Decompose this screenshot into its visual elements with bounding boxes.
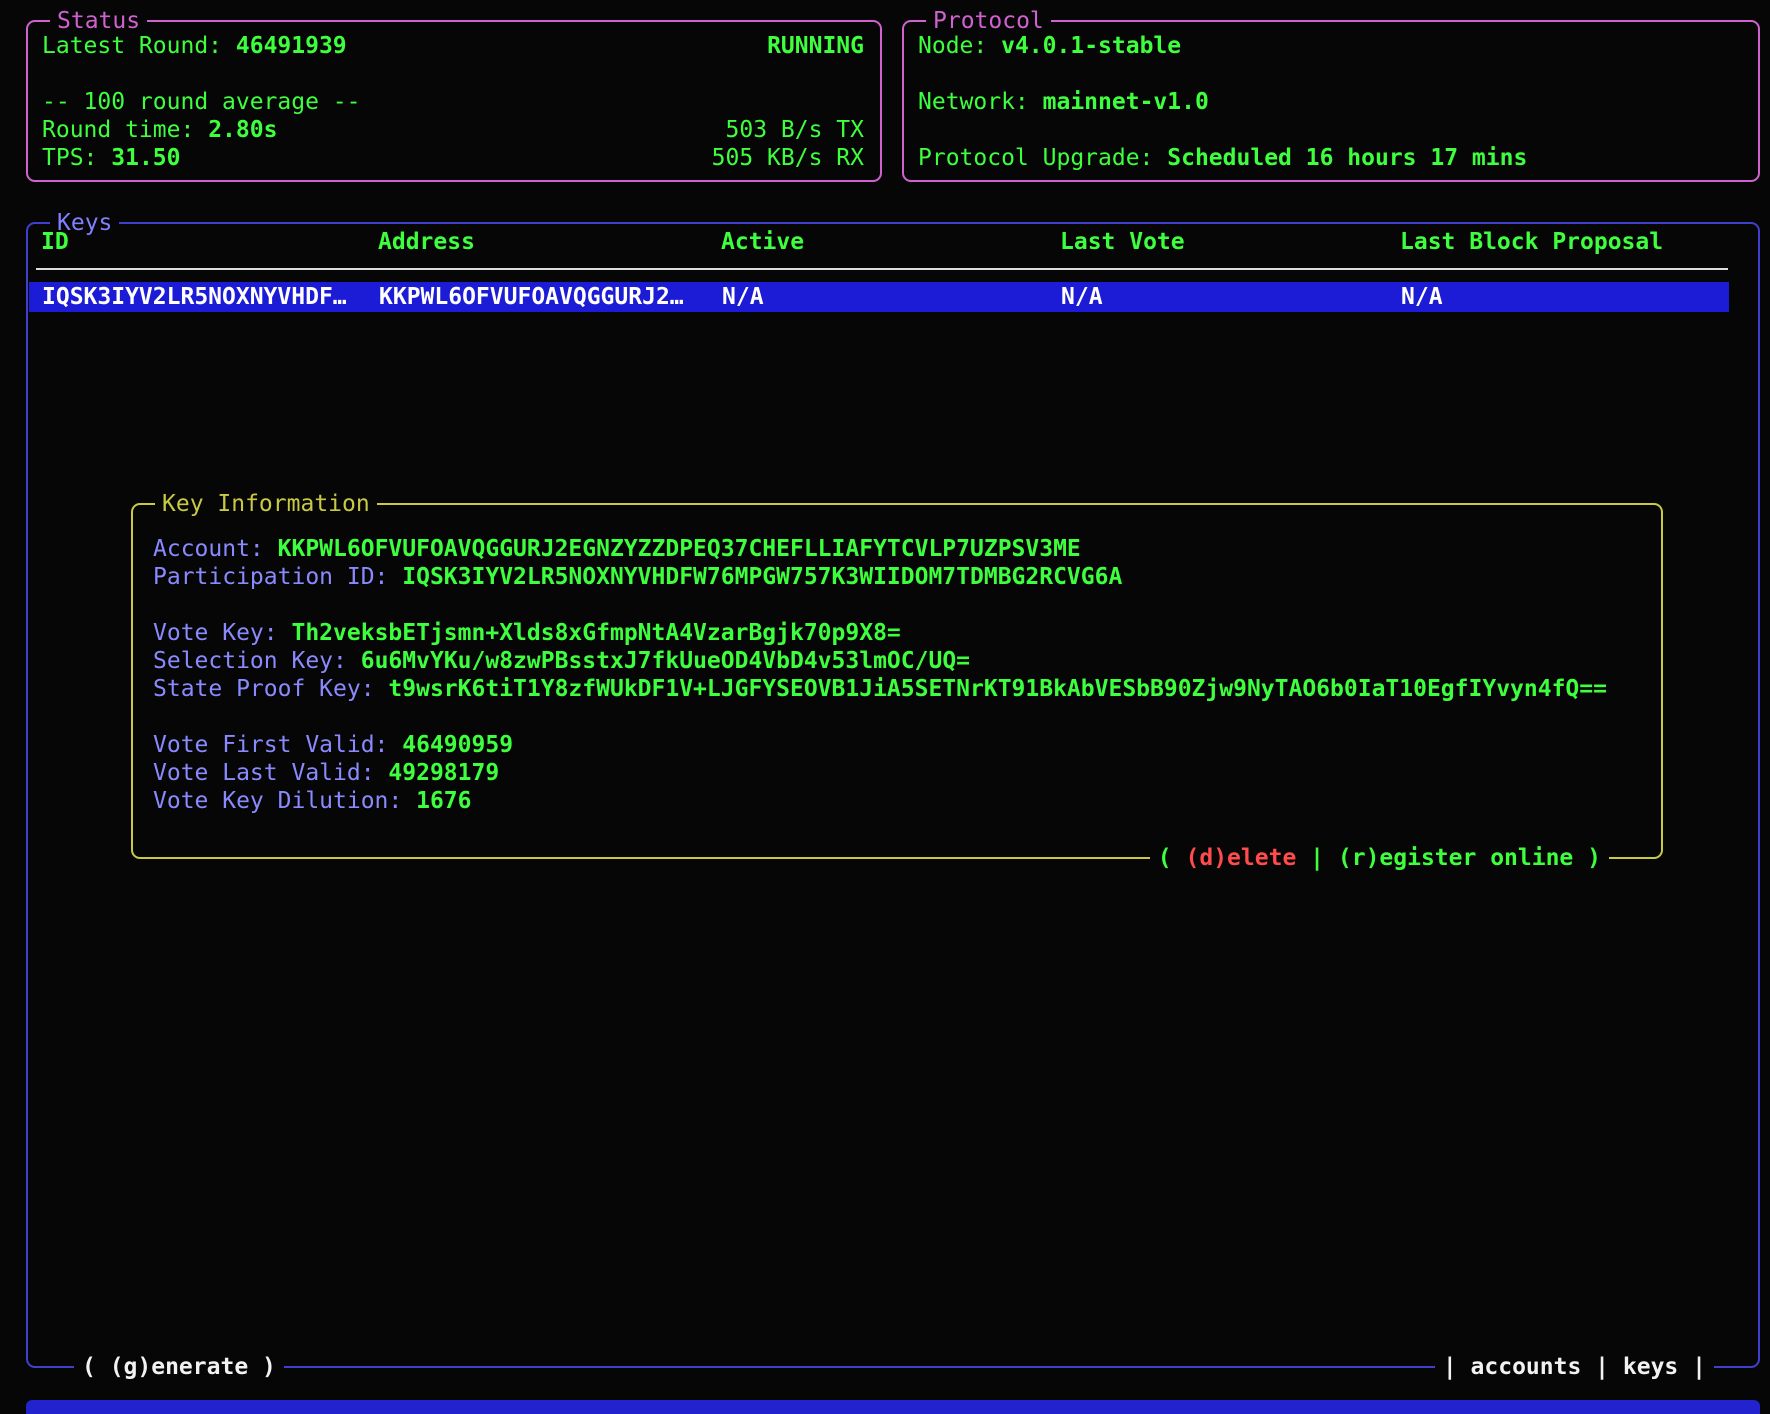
participation-id-label: Participation ID: <box>153 564 388 590</box>
vote-last-valid-label: Vote Last Valid: <box>153 760 375 786</box>
col-header-last-block-proposal: Last Block Proposal <box>1400 228 1663 256</box>
network: Network: mainnet-v1.0 <box>918 89 1209 115</box>
protocol-upgrade: Protocol Upgrade: Scheduled 16 hours 17 … <box>918 145 1527 171</box>
nav-separator: | <box>1595 1354 1609 1380</box>
account-value: KKPWL6OFVUFOAVQGGURJ2EGNZYZZDPEQ37CHEFLL… <box>278 536 1081 562</box>
node-state-badge: RUNNING <box>767 32 864 60</box>
node-version: Node: v4.0.1-stable <box>918 33 1181 59</box>
key-information-title: Key Information <box>155 490 377 518</box>
nav-separator: | <box>1443 1354 1457 1380</box>
protocol-upgrade-value: Scheduled 16 hours 17 mins <box>1167 145 1527 171</box>
network-value: mainnet-v1.0 <box>1043 89 1209 115</box>
col-header-last-vote: Last Vote <box>1060 228 1185 256</box>
col-header-active: Active <box>721 228 804 256</box>
vote-key-dilution-value: 1676 <box>416 788 471 814</box>
cell-last-block-proposal: N/A <box>1401 282 1443 312</box>
vote-first-valid-value: 46490959 <box>402 732 513 758</box>
protocol-panel-title: Protocol <box>926 7 1051 35</box>
status-panel: Status Latest Round: 46491939 RUNNING --… <box>26 20 882 182</box>
key-information-panel: Key Information Account: KKPWL6OFVUFOAVQ… <box>131 503 1663 859</box>
latest-round-value: 46491939 <box>236 33 347 59</box>
keys-panel: Keys ID Address Active Last Vote Last Bl… <box>26 222 1760 1368</box>
network-label: Network: <box>918 89 1029 115</box>
view-nav: | accounts | keys | <box>1435 1353 1714 1381</box>
selection-key-label: Selection Key: <box>153 648 347 674</box>
tps-label: TPS: <box>42 145 97 171</box>
node-terminal-screen: Status Latest Round: 46491939 RUNNING --… <box>0 0 1770 1414</box>
participation-id-value: IQSK3IYV2LR5NOXNYVHDFW76MPGW757K3WIIDOM7… <box>402 564 1122 590</box>
vote-key-value: Th2veksbETjsmn+Xlds8xGfmpNtA4VzarBgjk70p… <box>291 620 900 646</box>
nav-separator: | <box>1692 1354 1706 1380</box>
delete-control[interactable]: (d)elete <box>1186 845 1297 871</box>
node-version-label: Node: <box>918 33 987 59</box>
controls-separator: | <box>1310 845 1324 871</box>
generate-control[interactable]: ( (g)enerate ) <box>74 1353 284 1381</box>
state-proof-key-label: State Proof Key: <box>153 676 375 702</box>
vote-key-dilution-label: Vote Key Dilution: <box>153 788 402 814</box>
nav-keys[interactable]: keys <box>1623 1354 1678 1380</box>
selection-key-value: 6u6MvYKu/w8zwPBsstxJ7fkUueOD4VbD4v53lmOC… <box>361 648 970 674</box>
table-row[interactable]: IQSK3IYV2LR5NOXNYVHDF… KKPWL6OFVUFOAVQGG… <box>29 282 1729 312</box>
vote-first-valid-label: Vote First Valid: <box>153 732 388 758</box>
cell-last-vote: N/A <box>1061 282 1103 312</box>
node-version-value: v4.0.1-stable <box>1001 33 1181 59</box>
tx-rate: 503 B/s TX <box>726 116 864 144</box>
col-header-address: Address <box>378 228 475 256</box>
status-panel-title: Status <box>50 7 147 35</box>
latest-round: Latest Round: 46491939 <box>42 32 347 60</box>
state-proof-key-value: t9wsrK6tiT1Y8zfWUkDF1V+LJGFYSEOVB1JiA5SE… <box>388 676 1607 702</box>
keys-table-header: ID Address Active Last Vote Last Block P… <box>28 228 1758 256</box>
protocol-upgrade-label: Protocol Upgrade: <box>918 145 1153 171</box>
account-label: Account: <box>153 536 264 562</box>
round-time: Round time: 2.80s <box>42 116 277 144</box>
round-time-value: 2.80s <box>208 117 277 143</box>
controls-close-paren: ) <box>1587 845 1601 871</box>
tps: TPS: 31.50 <box>42 144 181 172</box>
round-average-header: -- 100 round average -- <box>42 89 361 115</box>
cell-active: N/A <box>722 282 764 312</box>
latest-round-label: Latest Round: <box>42 33 222 59</box>
register-online-control[interactable]: (r)egister online <box>1338 845 1573 871</box>
tps-value: 31.50 <box>111 145 180 171</box>
col-header-id: ID <box>41 228 69 256</box>
round-time-label: Round time: <box>42 117 194 143</box>
key-info-controls: ( (d)elete | (r)egister online ) <box>1150 844 1609 872</box>
vote-last-valid-value: 49298179 <box>388 760 499 786</box>
cell-id: IQSK3IYV2LR5NOXNYVHDF… <box>42 282 347 312</box>
nav-accounts[interactable]: accounts <box>1471 1354 1582 1380</box>
rx-rate: 505 KB/s RX <box>712 144 864 172</box>
vote-key-label: Vote Key: <box>153 620 278 646</box>
bottom-bar <box>26 1400 1760 1414</box>
controls-open-paren: ( <box>1158 845 1172 871</box>
cell-address: KKPWL6OFVUFOAVQGGURJ2… <box>379 282 684 312</box>
keys-table-divider <box>36 268 1728 270</box>
protocol-panel: Protocol Node: v4.0.1-stable Network: ma… <box>902 20 1760 182</box>
